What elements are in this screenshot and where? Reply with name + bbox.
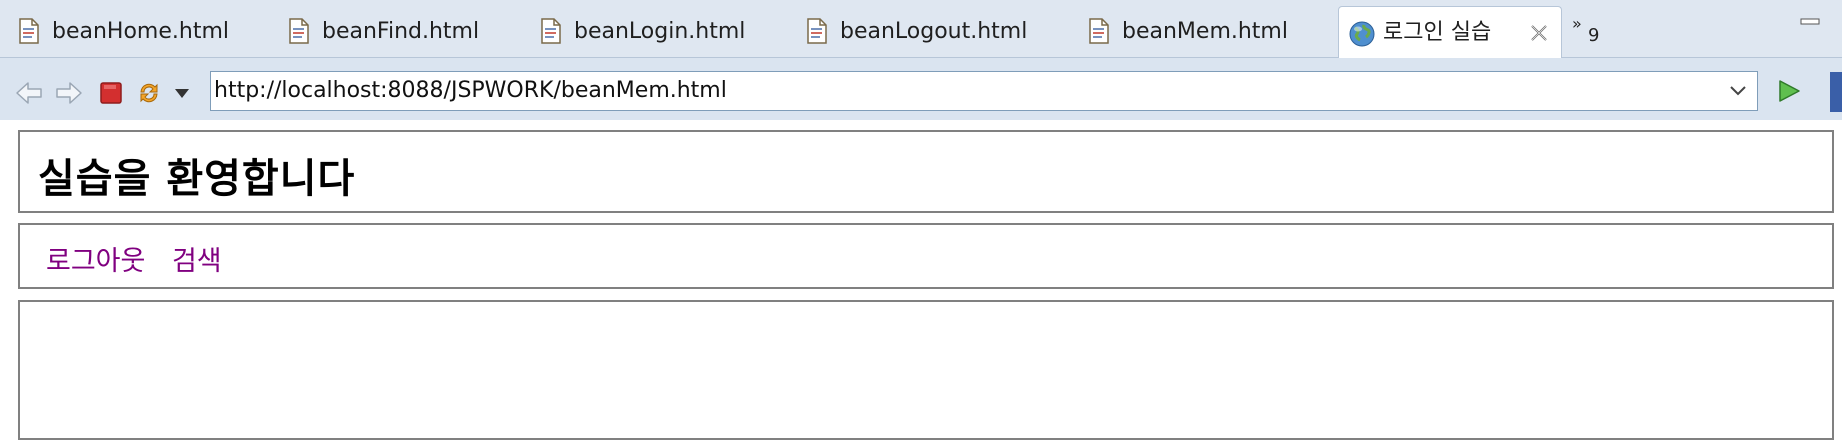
html-file-icon	[541, 18, 561, 44]
nav-links: 로그아웃 검색	[46, 239, 240, 278]
history-dropdown-icon[interactable]	[174, 86, 190, 100]
tab-login-practice[interactable]: 로그인 실습	[1338, 6, 1562, 59]
tab-overflow-button[interactable]: » 9	[1572, 14, 1599, 46]
overflow-chevron-icon: »	[1572, 14, 1582, 33]
html-file-icon	[289, 18, 309, 44]
tab-label: 로그인 실습	[1383, 20, 1492, 45]
tab-beanhome[interactable]: beanHome.html	[18, 6, 248, 58]
tab-label: beanLogin.html	[574, 19, 746, 44]
nav-frame: 로그아웃 검색	[18, 223, 1834, 289]
tab-beanlogin[interactable]: beanLogin.html	[540, 6, 760, 58]
search-link[interactable]: 검색	[172, 246, 222, 277]
page-heading: 실습을 환영합니다	[38, 156, 356, 202]
editor-tab-bar: beanHome.html beanFind.html beanLogin.ht…	[0, 0, 1842, 59]
stop-icon[interactable]	[96, 78, 126, 108]
html-file-icon	[1089, 18, 1109, 44]
tab-beanlogout[interactable]: beanLogout.html	[806, 6, 1046, 58]
toolbar-overflow-edge[interactable]	[1830, 72, 1842, 112]
go-icon[interactable]	[1776, 78, 1802, 104]
tab-label: beanFind.html	[322, 19, 480, 44]
refresh-icon[interactable]	[134, 78, 164, 108]
close-tab-icon[interactable]	[1527, 21, 1551, 45]
content-frame	[18, 300, 1834, 440]
overflow-count: 9	[1588, 25, 1600, 46]
globe-icon	[1349, 21, 1375, 47]
back-arrow-icon[interactable]	[14, 78, 44, 108]
html-file-icon	[19, 18, 39, 44]
header-frame: 실습을 환영합니다	[18, 130, 1834, 213]
browser-toolbar: http://localhost:8088/JSPWORK/beanMem.ht…	[0, 58, 1842, 120]
logout-link[interactable]: 로그아웃	[46, 246, 145, 277]
url-bar[interactable]: http://localhost:8088/JSPWORK/beanMem.ht…	[210, 71, 1758, 111]
tab-label: beanHome.html	[52, 19, 229, 44]
forward-arrow-icon[interactable]	[54, 78, 84, 108]
tab-beanmem[interactable]: beanMem.html	[1088, 6, 1308, 58]
tab-label: beanMem.html	[1122, 19, 1288, 44]
html-file-icon	[807, 18, 827, 44]
tab-beanfind[interactable]: beanFind.html	[288, 6, 498, 58]
minimize-icon[interactable]	[1800, 14, 1820, 28]
tab-label: beanLogout.html	[840, 19, 1028, 44]
url-text: http://localhost:8088/JSPWORK/beanMem.ht…	[214, 78, 727, 103]
chevron-down-icon[interactable]	[1729, 84, 1747, 98]
